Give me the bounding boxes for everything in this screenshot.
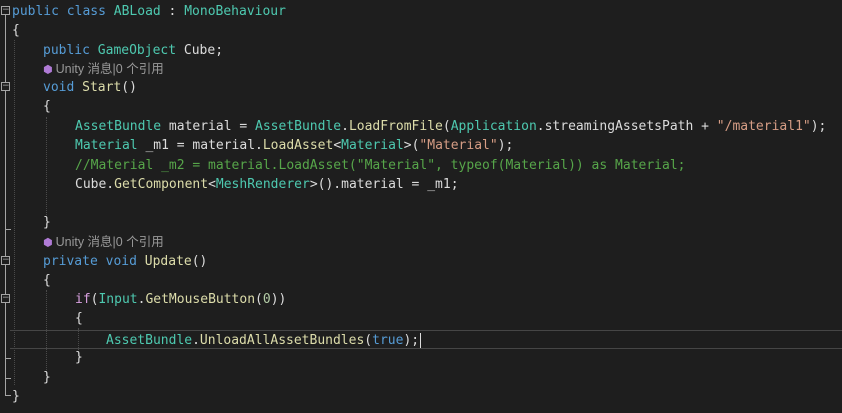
- type-token: GameObject: [97, 43, 177, 58]
- code-editor[interactable]: − − − − public class ABLoad : MonoBehavi…: [0, 0, 842, 413]
- code-token: }: [75, 350, 83, 365]
- type-token: MonoBehaviour: [184, 4, 286, 19]
- method-token: GetMouseButton: [145, 292, 256, 307]
- type-token: Input: [98, 292, 138, 307]
- code-token: (: [364, 333, 373, 348]
- code-token: >().material = _m1;: [309, 177, 459, 192]
- number-token: 0: [262, 292, 271, 307]
- code-token: {: [75, 311, 83, 326]
- string-token: "/material1": [716, 119, 811, 134]
- code-token: {: [43, 273, 51, 288]
- code-line-update-close[interactable]: }: [0, 368, 842, 387]
- text-caret: [420, 333, 422, 348]
- code-token: {: [12, 23, 20, 38]
- method-token: Update: [144, 254, 192, 269]
- code-line-if-close[interactable]: }: [0, 348, 842, 367]
- method-token: UnloadAllAssetBundles: [199, 333, 365, 348]
- keyword-token: public: [43, 43, 90, 58]
- method-token: LoadAsset: [262, 138, 334, 153]
- code-line-comment[interactable]: //Material _m2 = material.LoadAsset("Mat…: [0, 156, 842, 175]
- type-token: AssetBundle: [255, 119, 342, 134]
- type-token: ABLoad: [113, 4, 161, 19]
- code-line-class-close[interactable]: }: [0, 387, 842, 406]
- code-line-field[interactable]: public GameObject Cube;: [0, 41, 842, 60]
- code-line-unload-current[interactable]: AssetBundle.UnloadAllAssetBundles(true);: [10, 330, 842, 349]
- code-line-update-decl[interactable]: private void Update(): [0, 252, 842, 271]
- code-line-open-brace[interactable]: {: [0, 21, 842, 40]
- codelens-text[interactable]: Unity 消息|0 个引用: [56, 62, 164, 76]
- string-token: "Material": [419, 138, 498, 153]
- keyword-token: public: [12, 4, 59, 19]
- code-token: Cube;: [176, 43, 224, 58]
- code-token: )): [270, 292, 287, 307]
- code-token: {: [43, 99, 51, 114]
- code-line-update-open[interactable]: {: [0, 271, 842, 290]
- codelens-text[interactable]: Unity 消息|0 个引用: [56, 235, 164, 249]
- code-token: .: [192, 333, 200, 348]
- code-token: );: [497, 138, 514, 153]
- type-token: Material: [341, 138, 404, 153]
- code-token: .: [341, 119, 349, 134]
- code-token: (: [442, 119, 451, 134]
- code-line-class-decl[interactable]: public class ABLoad : MonoBehaviour: [0, 2, 842, 21]
- code-line-blank[interactable]: [0, 195, 842, 214]
- method-token: GetComponent: [114, 177, 209, 192]
- codelens-start[interactable]: ⬢ Unity 消息|0 个引用: [0, 60, 842, 79]
- type-token: MeshRenderer: [215, 177, 310, 192]
- code-line-start-close[interactable]: }: [0, 213, 842, 232]
- method-token: LoadFromFile: [348, 119, 443, 134]
- code-line-load-bundle[interactable]: AssetBundle material = AssetBundle.LoadF…: [0, 117, 842, 136]
- code-token: <: [333, 138, 342, 153]
- code-line-if[interactable]: if(Input.GetMouseButton(0)): [0, 290, 842, 309]
- keyword-token: void: [105, 254, 137, 269]
- unity-icon: ⬢: [43, 237, 53, 249]
- code-token: <: [208, 177, 216, 192]
- code-line-if-open[interactable]: {: [0, 309, 842, 328]
- code-line-start-open[interactable]: {: [0, 97, 842, 116]
- code-token: );: [403, 333, 420, 348]
- keyword-token: void: [43, 80, 75, 95]
- code-token: (): [121, 80, 137, 95]
- code-line-start-decl[interactable]: void Start(): [0, 78, 842, 97]
- control-keyword-token: if: [75, 292, 91, 307]
- comment-token: //Material _m2 = material.LoadAsset("Mat…: [75, 158, 686, 173]
- code-token: >(: [403, 138, 420, 153]
- code-line-set-material[interactable]: Cube.GetComponent<MeshRenderer>().materi…: [0, 175, 842, 194]
- type-token: Application: [450, 119, 537, 134]
- keyword-token: true: [372, 333, 404, 348]
- keyword-token: class: [66, 4, 106, 19]
- unity-icon: ⬢: [43, 64, 53, 76]
- code-token: _m1 = material.: [137, 138, 263, 153]
- type-token: Material: [75, 138, 138, 153]
- code-token: :: [160, 4, 185, 19]
- code-token: material =: [161, 119, 256, 134]
- code-line-load-asset[interactable]: Material _m1 = material.LoadAsset<Materi…: [0, 136, 842, 155]
- type-token: AssetBundle: [106, 333, 193, 348]
- keyword-token: private: [43, 254, 98, 269]
- code-token: (: [255, 292, 263, 307]
- code-token: }: [43, 370, 51, 385]
- code-token: }: [43, 215, 51, 230]
- code-token: Cube.: [75, 177, 115, 192]
- code-token: );: [810, 119, 827, 134]
- type-token: AssetBundle: [75, 119, 162, 134]
- codelens-update[interactable]: ⬢ Unity 消息|0 个引用: [0, 233, 842, 252]
- code-token: .streamingAssetsPath +: [536, 119, 717, 134]
- code-token: (): [191, 254, 208, 269]
- code-token: }: [12, 389, 20, 404]
- method-token: Start: [82, 80, 122, 95]
